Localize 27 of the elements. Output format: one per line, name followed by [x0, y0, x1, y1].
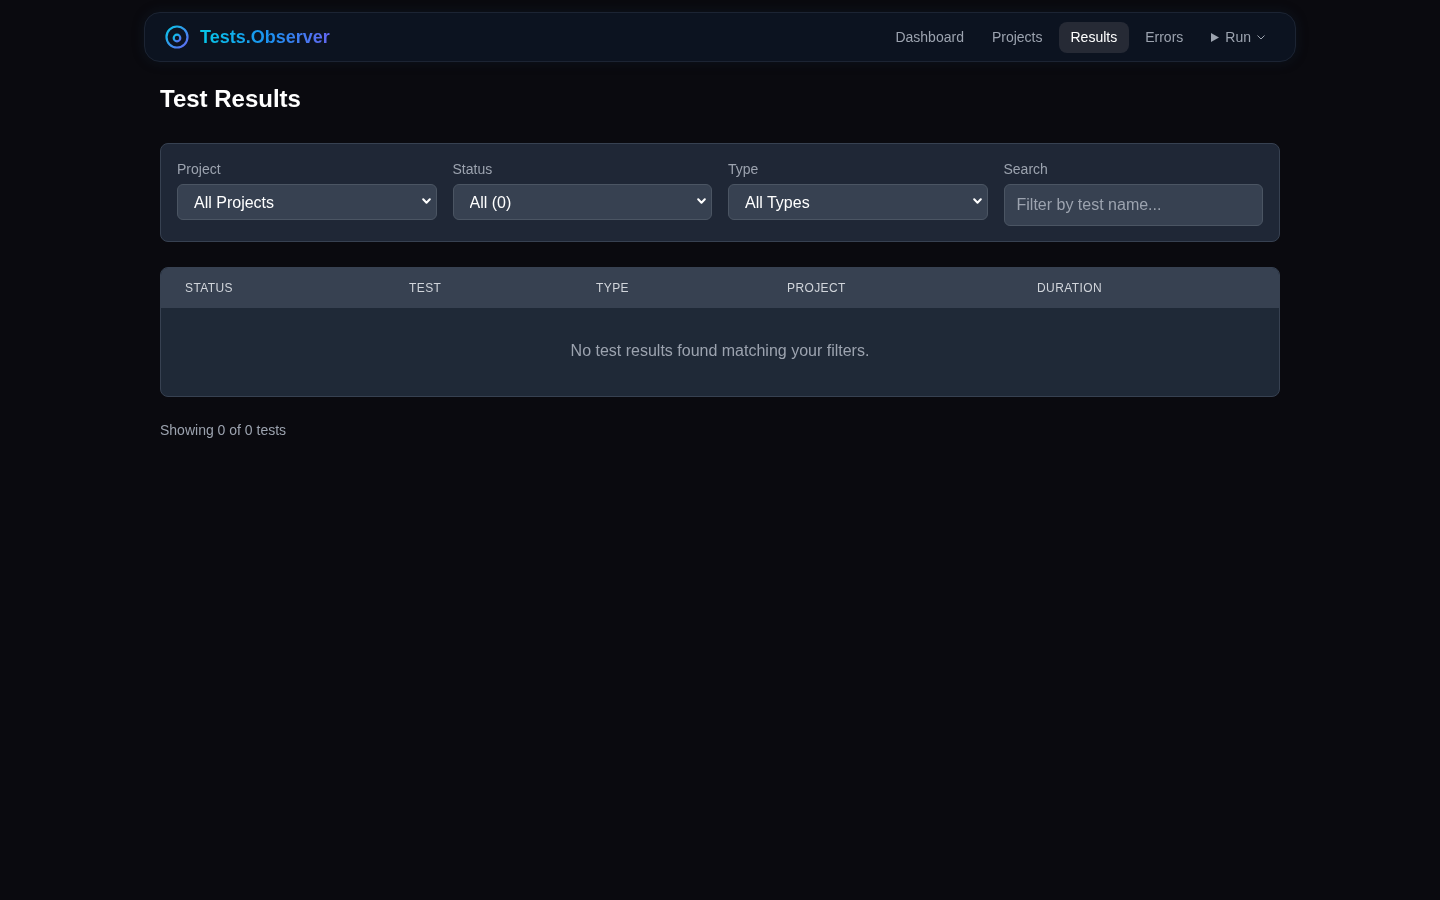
chevron-down-icon	[1257, 34, 1265, 40]
play-icon	[1211, 32, 1220, 42]
filter-label: Status	[452, 160, 494, 179]
filter-select[interactable]: All (0)	[452, 184, 712, 220]
nav-link[interactable]: Projects	[979, 21, 1055, 53]
filter-label: Project	[177, 160, 222, 179]
page-title: Test Results	[160, 84, 302, 114]
logo-icon	[165, 25, 189, 49]
run-menu-button[interactable]: Run	[1199, 21, 1277, 53]
filter-select[interactable]: All Types	[728, 184, 988, 220]
filter-label: Search	[1003, 160, 1049, 179]
filter-label: Type	[728, 160, 760, 179]
search-field[interactable]: Filter by test name...	[1003, 184, 1263, 226]
column-header: DURATION	[1013, 268, 1279, 308]
empty-state-message: No test results found matching your filters.	[161, 308, 1279, 396]
column-header: STATUS	[161, 268, 385, 308]
chevron-down-icon	[421, 198, 431, 205]
column-header: TYPE	[572, 268, 763, 308]
chevron-down-icon	[972, 198, 982, 205]
chevron-down-icon	[697, 198, 706, 205]
nav-link[interactable]: Dashboard	[883, 21, 976, 53]
results-count: Showing 0 of 0 tests	[160, 421, 288, 440]
filter-select[interactable]: All Projects	[177, 184, 437, 220]
column-header: PROJECT	[763, 268, 1013, 308]
nav-link[interactable]: Errors	[1133, 21, 1196, 53]
nav-link[interactable]: Results	[1058, 21, 1130, 53]
column-header: TEST	[385, 268, 572, 308]
